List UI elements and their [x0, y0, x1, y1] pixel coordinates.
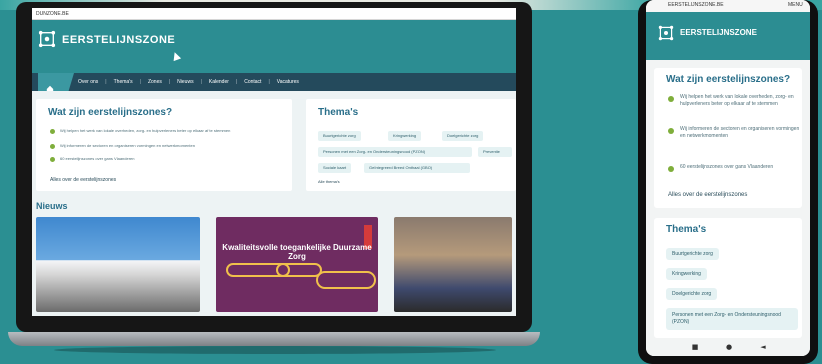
- theme-tag[interactable]: Sociale kaart: [318, 163, 352, 173]
- intro-card-title: Wat zijn eerstelijnszones?: [48, 107, 173, 118]
- phone-menu-button[interactable]: MENU: [788, 2, 803, 8]
- phone-brand-name[interactable]: EERSTELIJNSZONE: [680, 28, 757, 37]
- phone-theme-tag[interactable]: Doelgerichte zorg: [666, 288, 718, 300]
- phone-themes-card: Thema's Buurtgerichte zorg Kringwerking …: [654, 218, 802, 338]
- nav-item-vacatures[interactable]: Vacatures: [277, 79, 299, 85]
- nav-item-nieuws[interactable]: Nieuws: [177, 79, 193, 85]
- laptop-shadow: [54, 346, 496, 354]
- phone-intro-link[interactable]: Alles over de eerstelijnszones: [668, 192, 747, 198]
- phone-intro-card: Wat zijn eerstelijnszones? Wij helpen he…: [654, 68, 802, 208]
- theme-tag[interactable]: Geïntegreerd Breed Onthaal (GBO): [364, 163, 470, 173]
- phone-intro-title: Wat zijn eerstelijnszones?: [666, 74, 791, 85]
- nav-items: Over ons | Thema's | Zones | Nieuws | Ka…: [78, 73, 299, 91]
- nav-item-over-ons[interactable]: Over ons: [78, 79, 98, 85]
- check-bullet-icon: [50, 157, 55, 162]
- nav-item-contact[interactable]: Contact: [244, 79, 261, 85]
- nav-separator: |: [105, 79, 107, 85]
- nav-item-kalender[interactable]: Kalender: [209, 79, 229, 85]
- intro-bullet-2: Wij informeren de sectoren en organisere…: [60, 143, 195, 148]
- theme-tag[interactable]: Doelgerichte zorg: [442, 131, 484, 141]
- nav-separator: |: [139, 79, 141, 85]
- highlight-pill: [316, 271, 376, 289]
- phone-theme-tag[interactable]: Buurtgerichte zorg: [666, 248, 719, 260]
- check-bullet-icon: [50, 129, 55, 134]
- recent-apps-button[interactable]: ■: [686, 342, 704, 352]
- check-bullet-icon: [668, 166, 674, 172]
- page-content: Wat zijn eerstelijnszones? Wij helpen he…: [32, 91, 516, 316]
- phone-themes-title: Thema's: [666, 224, 707, 235]
- home-tab[interactable]: [38, 73, 74, 91]
- laptop-base: [8, 332, 540, 346]
- news-card-image-1[interactable]: [36, 217, 200, 312]
- logo-icon: [38, 30, 56, 48]
- main-nav: Over ons | Thema's | Zones | Nieuws | Ka…: [32, 73, 516, 93]
- news-card-banner-text: Kwaliteitsvolle toegankelijke Duurzame Z…: [222, 243, 372, 261]
- nav-separator: |: [200, 79, 202, 85]
- intro-card-link[interactable]: Alles over de eerstelijnszones: [50, 177, 116, 183]
- themes-card-link[interactable]: Alle thema's: [318, 179, 340, 184]
- nav-separator: |: [268, 79, 270, 85]
- theme-tag[interactable]: Kringwerking: [388, 131, 422, 141]
- theme-tag[interactable]: Buurtgerichte zorg: [318, 131, 361, 141]
- phone-theme-tag[interactable]: Personen met een Zorg- en Ondersteunings…: [666, 308, 798, 330]
- intro-card: Wat zijn eerstelijnszones? Wij helpen he…: [36, 99, 292, 191]
- nav-item-themas[interactable]: Thema's: [114, 79, 133, 85]
- themes-card: Thema's Buurtgerichte zorg Kringwerking …: [306, 99, 516, 191]
- check-bullet-icon: [50, 144, 55, 149]
- news-card-image-3[interactable]: [394, 217, 512, 312]
- back-button[interactable]: ◄: [754, 342, 772, 352]
- site-brand-name[interactable]: EERSTELIJNSZONE: [62, 34, 175, 46]
- logo-icon: [658, 25, 674, 41]
- nav-separator: |: [235, 79, 238, 85]
- phone-theme-tag[interactable]: Kringwerking: [666, 268, 707, 280]
- check-bullet-icon: [668, 96, 674, 102]
- nav-separator: |: [168, 79, 171, 85]
- phone-intro-bullet-3: 60 eerstelijnszones over gans Vlaanderen: [680, 164, 774, 170]
- intro-bullet-1: Wij helpen het werk van lokale overheden…: [60, 128, 231, 133]
- check-bullet-icon: [668, 128, 674, 134]
- phone-nav-bar: ■ ● ◄: [646, 338, 810, 356]
- phone-intro-bullet-2: Wij informeren de sectoren en organisere…: [680, 126, 800, 139]
- theme-tag[interactable]: Personen met een Zorg- en Ondersteunings…: [318, 147, 472, 157]
- phone-intro-bullet-1: Wij helpen het werk van lokale overheden…: [680, 94, 794, 107]
- news-card-image-2[interactable]: Kwaliteitsvolle toegankelijke Duurzame Z…: [216, 217, 378, 312]
- news-title: Nieuws: [36, 201, 68, 211]
- laptop-screen: DUNZONE.BE EERSTELIJNSZONE Over ons | Th…: [32, 8, 516, 316]
- home-button[interactable]: ●: [720, 342, 738, 352]
- nav-item-zones[interactable]: Zones: [148, 79, 162, 85]
- phone-url[interactable]: EERSTELIJNSZONE.BE: [668, 2, 724, 8]
- highlight-pill: [276, 263, 322, 277]
- site-header: [32, 20, 516, 73]
- intro-bullet-3: 60 eerstelijnszones over gans Vlaanderen: [60, 156, 135, 161]
- browser-address-bar[interactable]: DUNZONE.BE: [32, 8, 516, 20]
- home-icon[interactable]: [46, 78, 54, 93]
- phone-screen: EERSTELIJNSZONE.BE MENU EERSTELIJNSZONE …: [646, 0, 810, 356]
- themes-card-title: Thema's: [318, 107, 359, 118]
- theme-tag[interactable]: Preventie: [478, 147, 512, 157]
